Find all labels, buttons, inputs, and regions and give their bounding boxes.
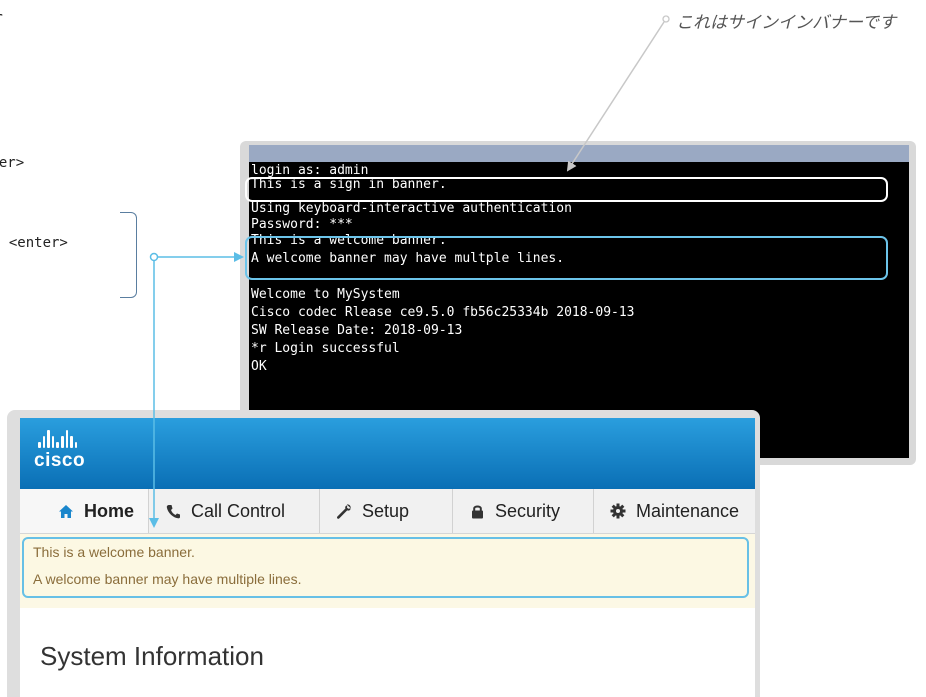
welcome-banner-line-1: This is a welcome banner.: [33, 544, 195, 560]
cisco-logo-bars: [38, 430, 85, 448]
lock-icon: [469, 503, 485, 519]
left-bracket: [120, 212, 137, 298]
left-text-fragment-2: nter>: [0, 155, 25, 171]
nav-item-call-control[interactable]: Call Control: [149, 489, 320, 533]
phone-icon: [165, 503, 181, 519]
page-title: System Information: [40, 641, 264, 671]
welcome-banner-highlight: [245, 236, 888, 280]
terminal-line: SW Release Date: 2018-09-13: [251, 323, 463, 338]
nav-item-maintenance[interactable]: Maintenance: [594, 489, 755, 533]
nav-item-setup[interactable]: Setup: [320, 489, 453, 533]
nav-call-control-label: Call Control: [191, 500, 286, 521]
terminal-titlebar: [249, 145, 909, 162]
main-nav: Home Call Control Setup Security Mainten…: [20, 489, 755, 534]
left-text-fragment-1: ar: [0, 10, 3, 26]
terminal-line: OK: [251, 359, 267, 374]
annotation-pointer-dot: [662, 15, 670, 23]
terminal-line: *r Login successful: [251, 341, 400, 356]
welcome-banner-line-2: A welcome banner may have multiple lines…: [33, 571, 302, 587]
terminal-line: Using keyboard-interactive authenticatio…: [251, 201, 572, 216]
nav-setup-label: Setup: [362, 500, 410, 521]
nav-item-security[interactable]: Security: [453, 489, 594, 533]
terminal-line: Cisco codec Rlease ce9.5.0 fb56c25334b 2…: [251, 305, 635, 320]
web-header: [20, 418, 755, 489]
terminal-line: Password: ***: [251, 217, 353, 232]
terminal-line: login as: admin: [251, 163, 369, 178]
terminal-line: Welcome to MySystem: [251, 287, 400, 302]
annotation-label: これはサインインバナーです: [676, 13, 896, 32]
connector-dot: [149, 252, 159, 262]
nav-security-label: Security: [495, 500, 561, 521]
nav-maintenance-label: Maintenance: [636, 500, 740, 521]
gear-icon: [610, 503, 626, 519]
wrench-icon: [336, 503, 352, 519]
nav-home-label: Home: [84, 500, 135, 521]
nav-item-home[interactable]: Home: [20, 489, 149, 533]
left-text-fragment-3: , <enter>: [0, 235, 68, 251]
cisco-logo: cisco: [34, 430, 85, 472]
home-icon: [58, 503, 74, 519]
cisco-logo-text: cisco: [34, 450, 86, 471]
signin-banner-highlight: [245, 177, 888, 202]
